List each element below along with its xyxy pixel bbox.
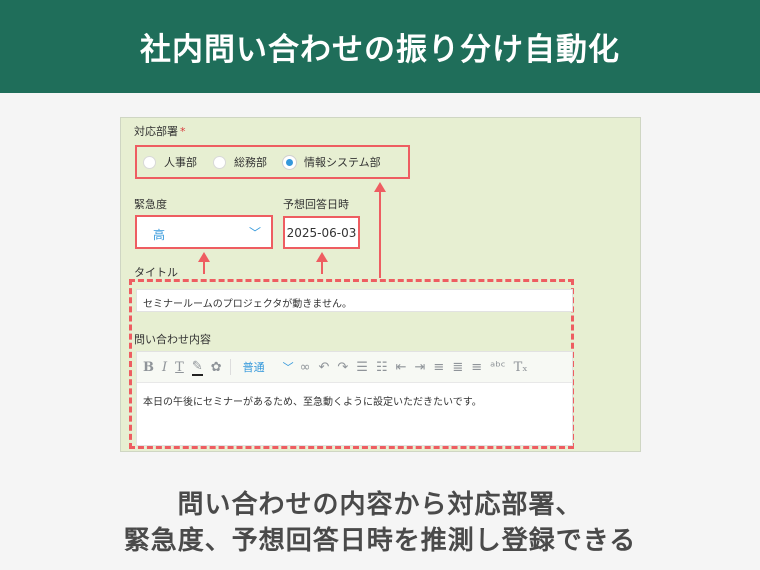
arrow-head-urgency xyxy=(198,252,210,262)
title-input[interactable]: セミナールームのプロジェクタが動きません。 xyxy=(136,289,573,312)
chevron-down-icon: ﹀ xyxy=(282,361,294,374)
bullet-list-icon[interactable]: ☰ xyxy=(356,360,368,375)
format-select[interactable]: 普通 ﹀ xyxy=(243,359,294,375)
form-screenshot: 対応部署 * 人事部 総務部 情報システム部 緊急度 予想回答日時 高 ﹀ 202… xyxy=(120,117,641,452)
content-editor[interactable]: B I T ✎ ✿ 普通 ﹀ ∞ ↶ ↷ ☰ ☷ ⇤ ⇥ ≡ ≣ ≡ ᵃᵇᶜ Tₓ… xyxy=(136,351,573,446)
indent-icon[interactable]: ⇥ xyxy=(415,360,426,375)
banner: 社内問い合わせの振り分け自動化 xyxy=(0,0,760,93)
italic-icon[interactable]: I xyxy=(162,360,167,375)
arrow-head-department xyxy=(374,182,386,192)
arrow-head-due xyxy=(316,252,328,262)
title-label: タイトル xyxy=(134,266,178,279)
align-right-icon[interactable]: ≡ xyxy=(471,360,482,375)
strikethrough-icon[interactable]: ᵃᵇᶜ xyxy=(490,360,505,375)
link-icon[interactable]: ∞ xyxy=(300,360,311,375)
palette-icon[interactable]: ✿ xyxy=(211,360,222,375)
caption-line-1: 問い合わせの内容から対応部署、 xyxy=(177,490,583,520)
content-text: 本日の午後にセミナーがあるため、至急動くように設定いただきたいです。 xyxy=(143,397,482,408)
toolbar-separator xyxy=(229,359,231,375)
banner-title: 社内問い合わせの振り分け自動化 xyxy=(140,32,620,68)
align-left-icon[interactable]: ≡ xyxy=(433,360,444,375)
content-label: 問い合わせ内容 xyxy=(134,333,211,346)
bold-icon[interactable]: B xyxy=(143,360,154,375)
editor-toolbar: B I T ✎ ✿ 普通 ﹀ ∞ ↶ ↷ ☰ ☷ ⇤ ⇥ ≡ ≣ ≡ ᵃᵇᶜ Tₓ xyxy=(137,352,572,383)
clear-format-icon[interactable]: Tₓ xyxy=(514,360,528,375)
align-center-icon[interactable]: ≣ xyxy=(452,360,463,375)
caption-line-2: 緊急度、予想回答日時を推測し登録できる xyxy=(123,526,637,556)
pen-color-icon[interactable]: ✎ xyxy=(191,359,203,376)
outdent-icon[interactable]: ⇤ xyxy=(396,360,407,375)
underline-icon[interactable]: T xyxy=(175,360,184,375)
numbered-list-icon[interactable]: ☷ xyxy=(376,360,388,375)
redo-icon[interactable]: ↷ xyxy=(337,360,348,375)
undo-icon[interactable]: ↶ xyxy=(318,360,329,375)
